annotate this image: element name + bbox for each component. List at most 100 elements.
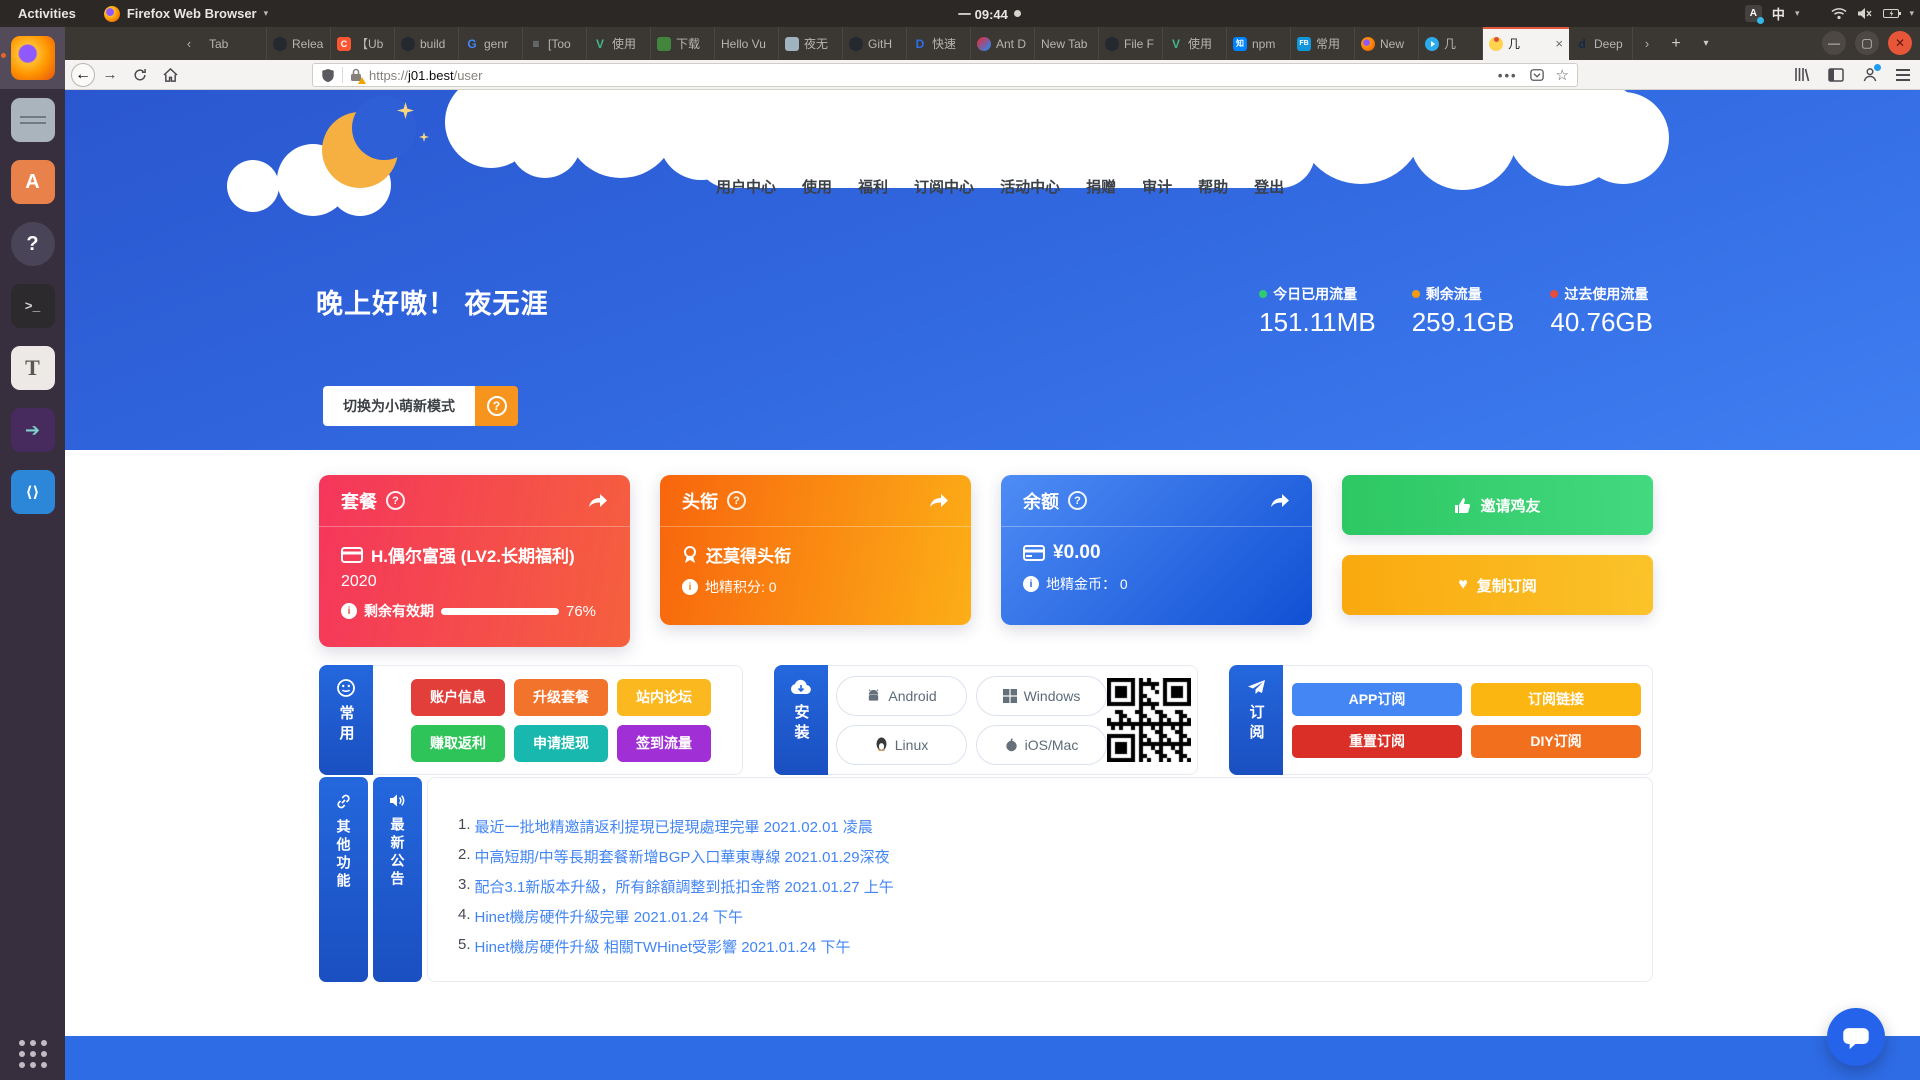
browser-tab[interactable]: 下载 [651, 27, 715, 60]
browser-tab[interactable]: Ggenr [459, 27, 523, 60]
install-button-linux[interactable]: Linux [836, 725, 967, 765]
input-method-icon[interactable]: A [1745, 5, 1762, 22]
common-button[interactable]: 签到流量 [617, 725, 711, 762]
browser-tab[interactable]: New Tab [1035, 27, 1099, 60]
browser-tab[interactable]: Hello Vu [715, 27, 779, 60]
new-tab-button[interactable]: + [1661, 27, 1691, 60]
dock-item-ubuntu-software[interactable]: A [0, 151, 65, 213]
common-tab[interactable]: 常用 [319, 665, 373, 775]
common-button[interactable]: 站内论坛 [617, 679, 711, 716]
common-button[interactable]: 升级套餐 [514, 679, 608, 716]
input-method-label[interactable]: 中 [1772, 4, 1785, 23]
library-icon[interactable] [1794, 67, 1810, 82]
copy-subscription-button[interactable]: ♥ 复制订阅 [1342, 555, 1653, 615]
tab-scroll-right-button[interactable]: › [1633, 27, 1661, 60]
browser-tab[interactable]: Relea [267, 27, 331, 60]
app-menu-button[interactable]: Firefox Web Browser ▾ [94, 6, 278, 22]
nav-link[interactable]: 活动中心 [1000, 176, 1060, 197]
news-tab[interactable]: 最新公告 [373, 777, 422, 982]
browser-tab[interactable]: D快速 [907, 27, 971, 60]
forward-button[interactable]: → [95, 66, 125, 83]
browser-tab[interactable]: V使用 [587, 27, 651, 60]
tab-scroll-left-button[interactable]: ‹ [175, 27, 203, 60]
lock-icon[interactable] [350, 68, 362, 82]
dock-item-terminal[interactable]: >_ [0, 275, 65, 337]
dock-item-vscode[interactable]: ⟨⟩ [0, 461, 65, 523]
share-arrow-icon[interactable] [1270, 493, 1290, 509]
reload-button[interactable] [125, 68, 155, 82]
url-bar[interactable]: https://j01.best/user ••• ☆ [312, 63, 1578, 87]
subscribe-button[interactable]: APP订阅 [1292, 683, 1462, 716]
browser-tab[interactable]: V使用 [1163, 27, 1227, 60]
browser-tab[interactable]: 知npm [1227, 27, 1291, 60]
common-button[interactable]: 赚取返利 [411, 725, 505, 762]
announcement-link[interactable]: 配合3.1新版本升級，所有餘額調整到抵扣金幣 2021.01.27 上午 [475, 876, 894, 897]
install-button-iosmac[interactable]: iOS/Mac [976, 725, 1107, 765]
common-button[interactable]: 申请提现 [514, 725, 608, 762]
help-icon[interactable]: ? [386, 491, 405, 510]
nav-link[interactable]: 用户中心 [716, 176, 776, 197]
window-minimize-button[interactable]: — [1822, 31, 1846, 55]
window-maximize-button[interactable]: ▢ [1855, 31, 1879, 55]
dock-item-firefox[interactable] [0, 27, 65, 89]
show-applications-button[interactable] [0, 1032, 65, 1076]
nav-link[interactable]: 使用 [802, 176, 832, 197]
dock-item-help[interactable]: ? [0, 213, 65, 275]
menu-icon[interactable] [1896, 69, 1910, 81]
mode-help-button[interactable]: ? [475, 386, 518, 426]
subscribe-tab[interactable]: 订阅 [1229, 665, 1283, 775]
browser-tab[interactable]: dDeep [1569, 27, 1633, 60]
dock-item-files[interactable] [0, 89, 65, 151]
dock-item-text-editor[interactable]: T [0, 337, 65, 399]
help-icon[interactable]: ? [727, 491, 746, 510]
install-button-android[interactable]: Android [836, 676, 967, 716]
browser-tab[interactable]: File F [1099, 27, 1163, 60]
url-text[interactable]: https://j01.best/user [369, 68, 482, 83]
shield-icon[interactable] [321, 68, 335, 83]
nav-link[interactable]: 订阅中心 [914, 176, 974, 197]
pocket-save-icon[interactable] [1530, 68, 1544, 82]
browser-tab[interactable]: GitH [843, 27, 907, 60]
announcement-link[interactable]: 最近一批地精邀請返利提現已提現處理完畢 2021.02.01 凌晨 [475, 816, 873, 837]
chat-widget-button[interactable] [1827, 1008, 1885, 1066]
browser-tab[interactable]: New [1355, 27, 1419, 60]
sidebar-icon[interactable] [1828, 68, 1844, 82]
mode-toggle-button[interactable]: 切换为小萌新模式 ? [323, 386, 518, 426]
subscribe-button[interactable]: DIY订阅 [1471, 725, 1641, 758]
share-arrow-icon[interactable] [588, 493, 608, 509]
subscribe-button[interactable]: 订阅链接 [1471, 683, 1641, 716]
browser-tab[interactable]: Ant D [971, 27, 1035, 60]
browser-tab[interactable]: 几 [1419, 27, 1483, 60]
nav-link[interactable]: 登出 [1254, 176, 1284, 197]
nav-link[interactable]: 捐赠 [1086, 176, 1116, 197]
home-button[interactable] [155, 68, 185, 82]
tab-close-icon[interactable]: × [1555, 36, 1563, 51]
other-functions-tab[interactable]: 其他功能 [319, 777, 368, 982]
bookmark-star-icon[interactable]: ☆ [1556, 66, 1569, 84]
announcement-link[interactable]: Hinet機房硬件升級完畢 2021.01.24 下午 [475, 906, 743, 927]
back-button[interactable]: ← [71, 63, 95, 87]
browser-tab[interactable]: C【Ub [331, 27, 395, 60]
account-icon[interactable] [1862, 67, 1878, 82]
clock[interactable]: 一 09:44 [958, 0, 1021, 27]
browser-tab-active[interactable]: 几× [1483, 27, 1569, 60]
browser-tab[interactable]: 夜无 [779, 27, 843, 60]
help-icon[interactable]: ? [1068, 491, 1087, 510]
subscribe-button[interactable]: 重置订阅 [1292, 725, 1462, 758]
tab-dropdown-button[interactable]: ▾ [1691, 27, 1721, 60]
activities-button[interactable]: Activities [0, 6, 94, 21]
nav-link[interactable]: 审计 [1142, 176, 1172, 197]
common-button[interactable]: 账户信息 [411, 679, 505, 716]
install-button-windows[interactable]: Windows [976, 676, 1107, 716]
nav-link[interactable]: 帮助 [1198, 176, 1228, 197]
browser-tab[interactable]: ≡[Too [523, 27, 587, 60]
announcement-link[interactable]: Hinet機房硬件升級 相關TWHinet受影響 2021.01.24 下午 [475, 936, 851, 957]
nav-link[interactable]: 福利 [858, 176, 888, 197]
browser-tab[interactable]: FB常用 [1291, 27, 1355, 60]
share-arrow-icon[interactable] [929, 493, 949, 509]
invite-friends-button[interactable]: 邀请鸡友 [1342, 475, 1653, 535]
browser-tab[interactable]: Tab [203, 27, 267, 60]
window-close-button[interactable]: ✕ [1888, 31, 1912, 55]
system-tray[interactable]: A 中 ▾ ▾ [1745, 0, 1914, 27]
browser-tab[interactable]: build [395, 27, 459, 60]
